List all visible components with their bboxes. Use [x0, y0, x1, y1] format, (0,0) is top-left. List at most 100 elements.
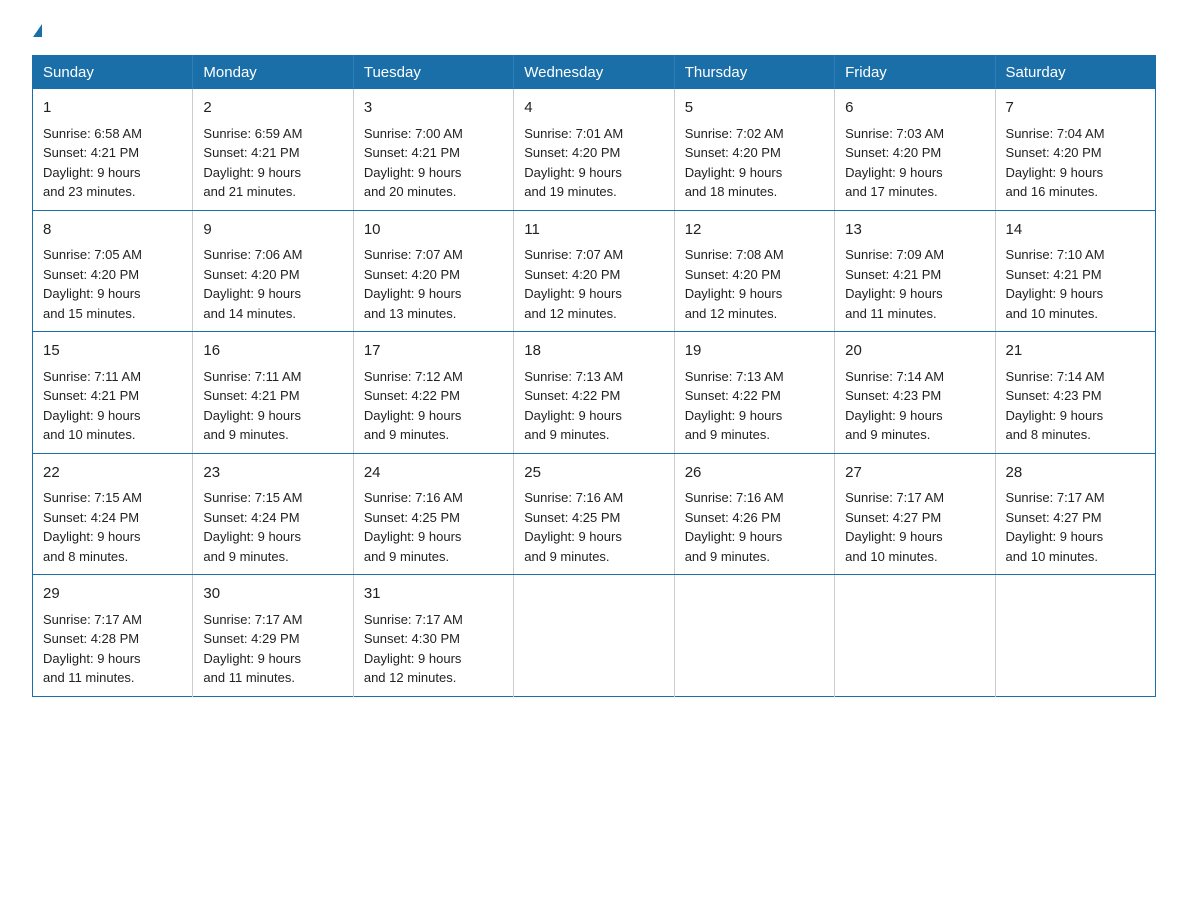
calendar-cell: 19 Sunrise: 7:13 AMSunset: 4:22 PMDaylig…: [674, 332, 834, 454]
calendar-cell: 14 Sunrise: 7:10 AMSunset: 4:21 PMDaylig…: [995, 210, 1155, 332]
day-number: 5: [685, 97, 824, 120]
day-number: 11: [524, 219, 663, 242]
week-row-3: 15 Sunrise: 7:11 AMSunset: 4:21 PMDaylig…: [33, 332, 1156, 454]
day-number: 23: [203, 462, 342, 485]
calendar-cell: [674, 575, 834, 697]
day-number: 30: [203, 583, 342, 606]
day-info: Sunrise: 7:15 AMSunset: 4:24 PMDaylight:…: [203, 490, 302, 564]
day-info: Sunrise: 7:07 AMSunset: 4:20 PMDaylight:…: [524, 247, 623, 321]
day-number: 25: [524, 462, 663, 485]
calendar-cell: 7 Sunrise: 7:04 AMSunset: 4:20 PMDayligh…: [995, 89, 1155, 210]
day-info: Sunrise: 7:08 AMSunset: 4:20 PMDaylight:…: [685, 247, 784, 321]
day-info: Sunrise: 7:13 AMSunset: 4:22 PMDaylight:…: [524, 369, 623, 443]
calendar-cell: 25 Sunrise: 7:16 AMSunset: 4:25 PMDaylig…: [514, 453, 674, 575]
day-info: Sunrise: 7:11 AMSunset: 4:21 PMDaylight:…: [203, 369, 301, 443]
day-number: 4: [524, 97, 663, 120]
day-info: Sunrise: 7:14 AMSunset: 4:23 PMDaylight:…: [845, 369, 944, 443]
calendar-cell: 10 Sunrise: 7:07 AMSunset: 4:20 PMDaylig…: [353, 210, 513, 332]
calendar-cell: 13 Sunrise: 7:09 AMSunset: 4:21 PMDaylig…: [835, 210, 995, 332]
weekday-header-tuesday: Tuesday: [353, 56, 513, 90]
calendar-cell: 2 Sunrise: 6:59 AMSunset: 4:21 PMDayligh…: [193, 89, 353, 210]
calendar-cell: 21 Sunrise: 7:14 AMSunset: 4:23 PMDaylig…: [995, 332, 1155, 454]
day-number: 21: [1006, 340, 1145, 363]
calendar-cell: 17 Sunrise: 7:12 AMSunset: 4:22 PMDaylig…: [353, 332, 513, 454]
week-row-5: 29 Sunrise: 7:17 AMSunset: 4:28 PMDaylig…: [33, 575, 1156, 697]
day-info: Sunrise: 7:05 AMSunset: 4:20 PMDaylight:…: [43, 247, 142, 321]
day-info: Sunrise: 6:58 AMSunset: 4:21 PMDaylight:…: [43, 126, 142, 200]
day-number: 6: [845, 97, 984, 120]
day-number: 27: [845, 462, 984, 485]
day-info: Sunrise: 7:14 AMSunset: 4:23 PMDaylight:…: [1006, 369, 1105, 443]
day-info: Sunrise: 6:59 AMSunset: 4:21 PMDaylight:…: [203, 126, 302, 200]
calendar-cell: [835, 575, 995, 697]
day-info: Sunrise: 7:11 AMSunset: 4:21 PMDaylight:…: [43, 369, 141, 443]
day-info: Sunrise: 7:17 AMSunset: 4:30 PMDaylight:…: [364, 612, 463, 686]
day-info: Sunrise: 7:16 AMSunset: 4:25 PMDaylight:…: [364, 490, 463, 564]
day-info: Sunrise: 7:17 AMSunset: 4:27 PMDaylight:…: [1006, 490, 1105, 564]
logo-arrow-icon: [33, 24, 42, 37]
day-number: 3: [364, 97, 503, 120]
calendar-cell: 23 Sunrise: 7:15 AMSunset: 4:24 PMDaylig…: [193, 453, 353, 575]
day-number: 15: [43, 340, 182, 363]
day-number: 28: [1006, 462, 1145, 485]
week-row-1: 1 Sunrise: 6:58 AMSunset: 4:21 PMDayligh…: [33, 89, 1156, 210]
calendar-cell: 11 Sunrise: 7:07 AMSunset: 4:20 PMDaylig…: [514, 210, 674, 332]
day-number: 8: [43, 219, 182, 242]
weekday-header-wednesday: Wednesday: [514, 56, 674, 90]
day-number: 16: [203, 340, 342, 363]
day-info: Sunrise: 7:17 AMSunset: 4:27 PMDaylight:…: [845, 490, 944, 564]
day-info: Sunrise: 7:16 AMSunset: 4:25 PMDaylight:…: [524, 490, 623, 564]
day-number: 7: [1006, 97, 1145, 120]
day-number: 22: [43, 462, 182, 485]
calendar-cell: 30 Sunrise: 7:17 AMSunset: 4:29 PMDaylig…: [193, 575, 353, 697]
day-info: Sunrise: 7:10 AMSunset: 4:21 PMDaylight:…: [1006, 247, 1105, 321]
weekday-header-thursday: Thursday: [674, 56, 834, 90]
day-number: 13: [845, 219, 984, 242]
calendar-cell: 5 Sunrise: 7:02 AMSunset: 4:20 PMDayligh…: [674, 89, 834, 210]
day-info: Sunrise: 7:17 AMSunset: 4:29 PMDaylight:…: [203, 612, 302, 686]
calendar-cell: 12 Sunrise: 7:08 AMSunset: 4:20 PMDaylig…: [674, 210, 834, 332]
day-number: 9: [203, 219, 342, 242]
logo: [32, 24, 42, 37]
day-number: 19: [685, 340, 824, 363]
weekday-header-monday: Monday: [193, 56, 353, 90]
calendar-cell: [995, 575, 1155, 697]
calendar-cell: 1 Sunrise: 6:58 AMSunset: 4:21 PMDayligh…: [33, 89, 193, 210]
day-number: 14: [1006, 219, 1145, 242]
calendar-cell: 15 Sunrise: 7:11 AMSunset: 4:21 PMDaylig…: [33, 332, 193, 454]
day-info: Sunrise: 7:00 AMSunset: 4:21 PMDaylight:…: [364, 126, 463, 200]
day-number: 18: [524, 340, 663, 363]
day-number: 31: [364, 583, 503, 606]
calendar-cell: [514, 575, 674, 697]
day-number: 1: [43, 97, 182, 120]
day-info: Sunrise: 7:07 AMSunset: 4:20 PMDaylight:…: [364, 247, 463, 321]
weekday-header-friday: Friday: [835, 56, 995, 90]
calendar-cell: 24 Sunrise: 7:16 AMSunset: 4:25 PMDaylig…: [353, 453, 513, 575]
day-info: Sunrise: 7:15 AMSunset: 4:24 PMDaylight:…: [43, 490, 142, 564]
day-info: Sunrise: 7:02 AMSunset: 4:20 PMDaylight:…: [685, 126, 784, 200]
day-number: 17: [364, 340, 503, 363]
calendar-cell: 16 Sunrise: 7:11 AMSunset: 4:21 PMDaylig…: [193, 332, 353, 454]
day-info: Sunrise: 7:16 AMSunset: 4:26 PMDaylight:…: [685, 490, 784, 564]
weekday-header-saturday: Saturday: [995, 56, 1155, 90]
day-number: 20: [845, 340, 984, 363]
calendar-table: SundayMondayTuesdayWednesdayThursdayFrid…: [32, 55, 1156, 697]
calendar-cell: 4 Sunrise: 7:01 AMSunset: 4:20 PMDayligh…: [514, 89, 674, 210]
day-info: Sunrise: 7:06 AMSunset: 4:20 PMDaylight:…: [203, 247, 302, 321]
day-number: 26: [685, 462, 824, 485]
weekday-header-sunday: Sunday: [33, 56, 193, 90]
day-number: 29: [43, 583, 182, 606]
calendar-cell: 18 Sunrise: 7:13 AMSunset: 4:22 PMDaylig…: [514, 332, 674, 454]
calendar-cell: 31 Sunrise: 7:17 AMSunset: 4:30 PMDaylig…: [353, 575, 513, 697]
day-info: Sunrise: 7:09 AMSunset: 4:21 PMDaylight:…: [845, 247, 944, 321]
day-info: Sunrise: 7:01 AMSunset: 4:20 PMDaylight:…: [524, 126, 623, 200]
calendar-cell: 9 Sunrise: 7:06 AMSunset: 4:20 PMDayligh…: [193, 210, 353, 332]
calendar-cell: 28 Sunrise: 7:17 AMSunset: 4:27 PMDaylig…: [995, 453, 1155, 575]
weekday-header-row: SundayMondayTuesdayWednesdayThursdayFrid…: [33, 56, 1156, 90]
day-number: 10: [364, 219, 503, 242]
calendar-cell: 29 Sunrise: 7:17 AMSunset: 4:28 PMDaylig…: [33, 575, 193, 697]
calendar-cell: 27 Sunrise: 7:17 AMSunset: 4:27 PMDaylig…: [835, 453, 995, 575]
calendar-cell: 3 Sunrise: 7:00 AMSunset: 4:21 PMDayligh…: [353, 89, 513, 210]
day-number: 2: [203, 97, 342, 120]
week-row-2: 8 Sunrise: 7:05 AMSunset: 4:20 PMDayligh…: [33, 210, 1156, 332]
